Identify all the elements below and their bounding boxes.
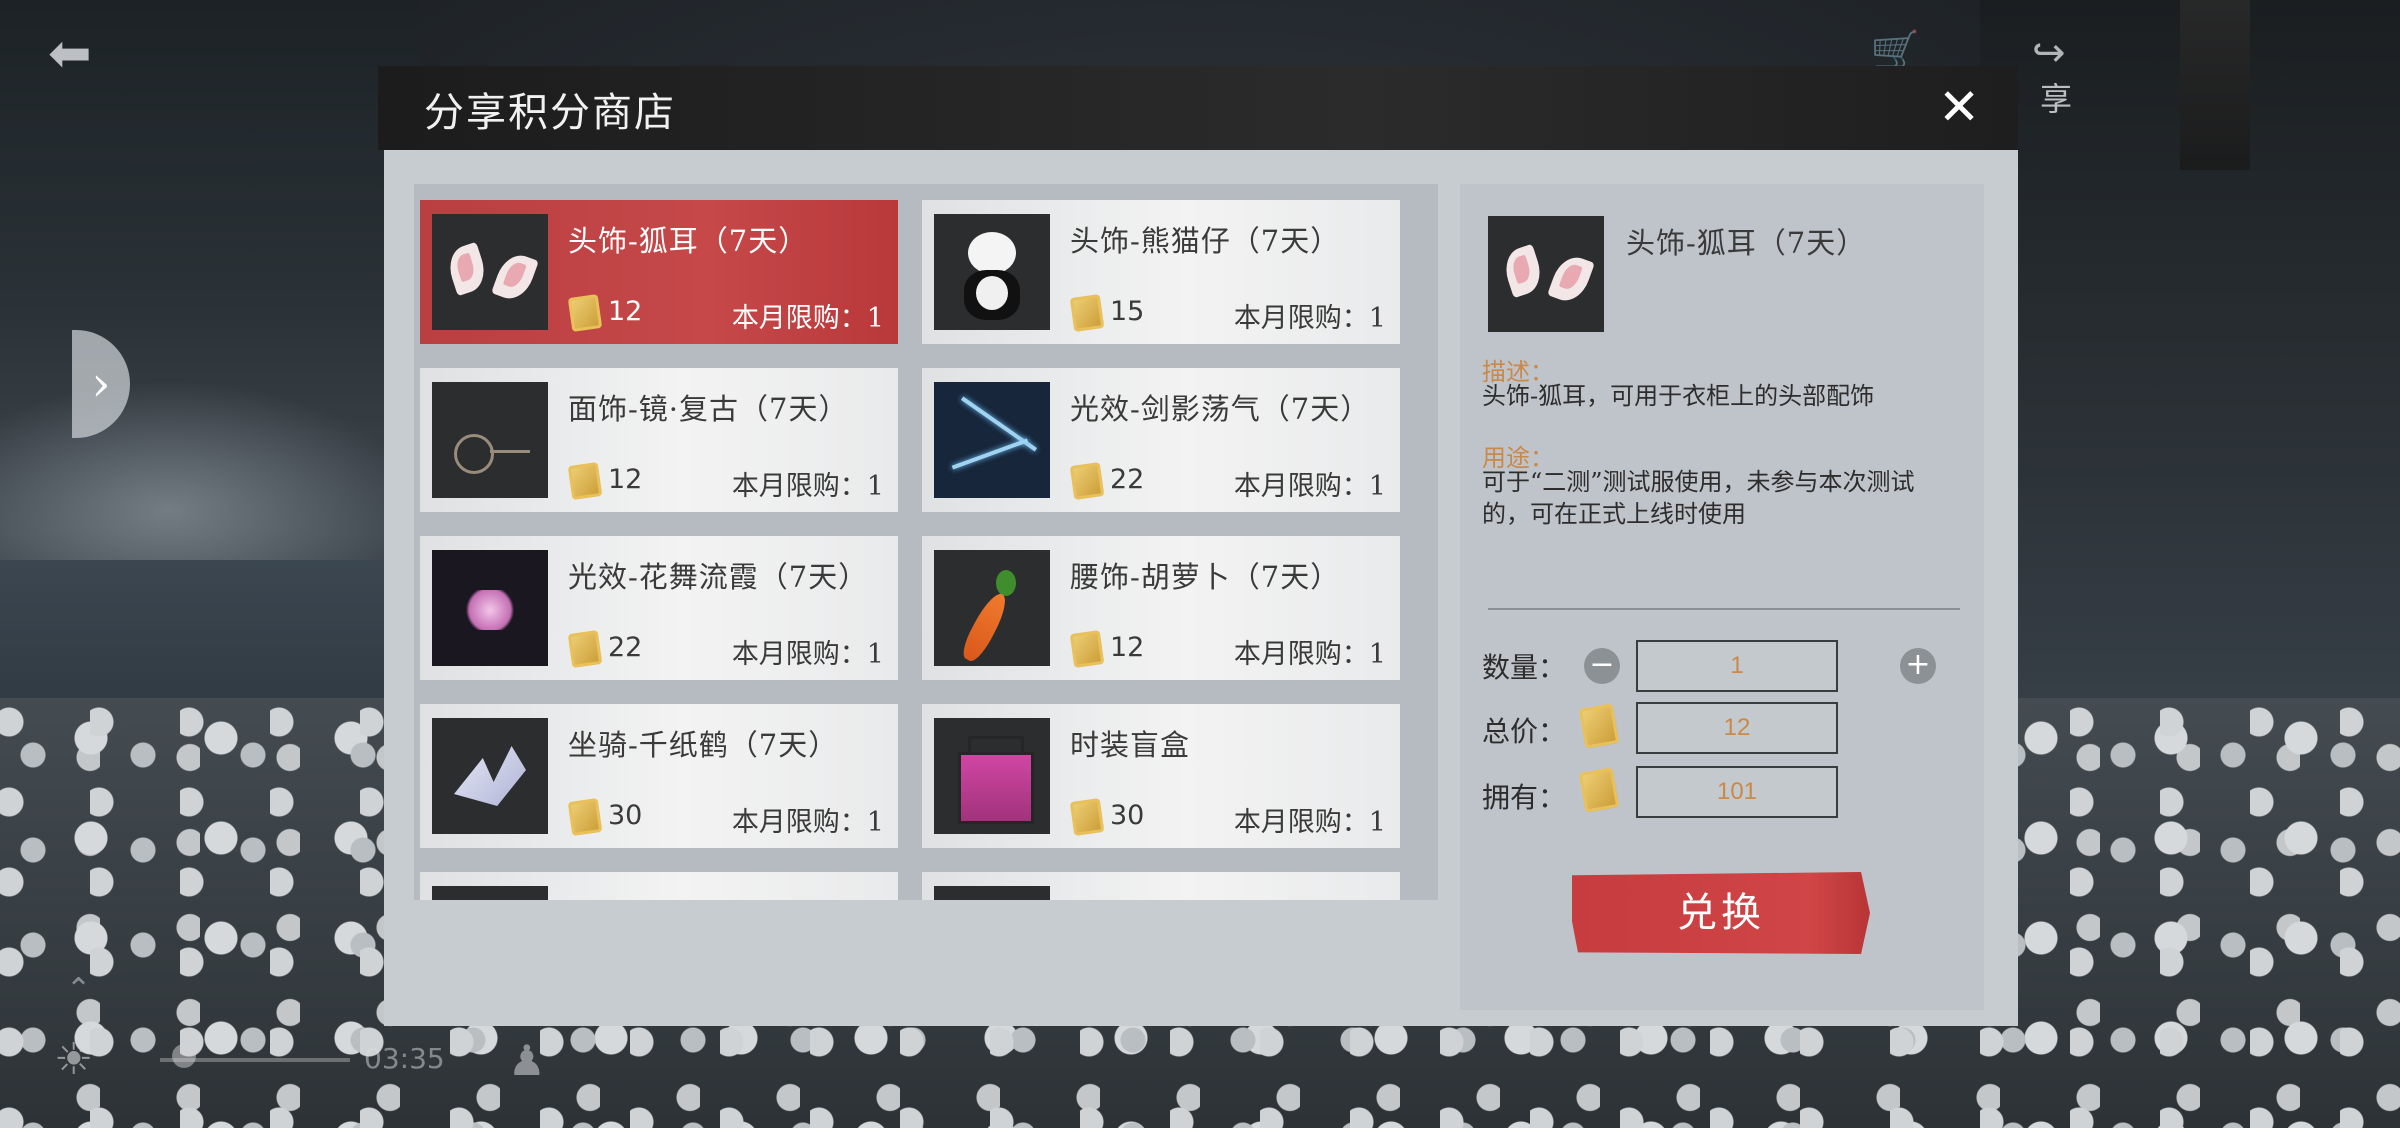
points-coin-icon: [567, 630, 603, 668]
flower-effect-icon: [432, 550, 548, 666]
points-coin-icon: [567, 462, 603, 500]
item-card[interactable]: 光效-剑影荡气（7天） 22 本月限购：1: [922, 368, 1400, 512]
item-list[interactable]: 头饰-狐耳（7天） 12 本月限购：1 头饰-熊猫仔（7天） 15 本月限购：1…: [414, 184, 1438, 900]
share-icon[interactable]: ↪: [2032, 30, 2066, 76]
item-detail-panel: 头饰-狐耳（7天） 描述： 头饰-狐耳，可用于衣柜上的头部配饰 用途： 可于“二…: [1460, 184, 1984, 1010]
item-limit: 本月限购：1: [731, 471, 884, 502]
shop-header: 分享积分商店 ✕: [378, 66, 2018, 150]
item-name: 头饰-狐耳（7天）: [568, 224, 809, 258]
divider: [1488, 608, 1960, 610]
usage-text: 可于“二测”测试服使用，未参与本次测试的，可在正式上线时使用: [1482, 468, 1915, 528]
item-price: 30: [608, 800, 643, 831]
close-icon[interactable]: ✕: [1938, 78, 1980, 136]
item-price: 12: [608, 464, 643, 495]
panda-icon: [934, 214, 1050, 330]
points-coin-icon: [567, 294, 603, 332]
item-price: 12: [608, 296, 643, 327]
points-coin-icon: [567, 798, 603, 836]
owned-label: 拥有：: [1482, 781, 1567, 814]
minus-icon[interactable]: −: [1584, 648, 1620, 684]
sword-effect-icon: [934, 382, 1050, 498]
detail-item-name: 头饰-狐耳（7天）: [1626, 226, 1867, 260]
item-card[interactable]: 坐骑-千纸鹤（7天） 30 本月限购：1: [420, 704, 898, 848]
item-price: 12: [1110, 632, 1145, 663]
carrot-icon: [934, 550, 1050, 666]
item-card-partial[interactable]: [420, 872, 898, 900]
item-name: 面饰-镜·复古（7天）: [568, 392, 849, 426]
item-price: 22: [608, 632, 643, 663]
item-name: 光效-花舞流霞（7天）: [568, 560, 869, 594]
points-coin-icon: [1578, 703, 1620, 749]
item-card[interactable]: 面饰-镜·复古（7天） 12 本月限购：1: [420, 368, 898, 512]
time-label: 03:35: [364, 1042, 445, 1075]
item-limit: 本月限购：1: [731, 303, 884, 334]
blind-box-icon: [934, 718, 1050, 834]
points-coin-icon: [1069, 798, 1105, 836]
points-coin-icon: [1069, 294, 1105, 332]
shop-body: 头饰-狐耳（7天） 12 本月限购：1 头饰-熊猫仔（7天） 15 本月限购：1…: [384, 150, 2018, 1026]
total-label: 总价：: [1482, 715, 1567, 748]
item-name: 光效-剑影荡气（7天）: [1070, 392, 1371, 426]
item-limit: 本月限购：1: [1233, 639, 1386, 670]
item-name: 腰饰-胡萝卜（7天）: [1070, 560, 1341, 594]
paper-crane-icon: [432, 718, 548, 834]
owned-field: 101: [1636, 766, 1838, 818]
item-price: 15: [1110, 296, 1145, 327]
plus-icon[interactable]: +: [1900, 648, 1936, 684]
exchange-button[interactable]: 兑换: [1572, 872, 1870, 954]
quantity-label: 数量：: [1482, 651, 1567, 684]
fox-ears-icon: [432, 214, 548, 330]
item-card[interactable]: 腰饰-胡萝卜（7天） 12 本月限购：1: [922, 536, 1400, 680]
points-coin-icon: [1069, 462, 1105, 500]
fox-ears-icon: [1488, 216, 1604, 332]
points-coin-icon: [1069, 630, 1105, 668]
monocle-icon: [432, 382, 548, 498]
item-card[interactable]: 光效-花舞流霞（7天） 22 本月限购：1: [420, 536, 898, 680]
shop-title: 分享积分商店: [424, 90, 676, 136]
item-name: 时装盲盒: [1070, 728, 1191, 762]
item-thumb: [934, 886, 1050, 900]
quantity-field[interactable]: 1: [1636, 640, 1838, 692]
item-limit: 本月限购：1: [731, 807, 884, 838]
item-thumb: [432, 886, 548, 900]
item-card[interactable]: 头饰-熊猫仔（7天） 15 本月限购：1: [922, 200, 1400, 344]
item-limit: 本月限购：1: [731, 639, 884, 670]
item-price: 30: [1110, 800, 1145, 831]
item-card[interactable]: 时装盲盒 30 本月限购：1: [922, 704, 1400, 848]
total-field: 12: [1636, 702, 1838, 754]
share-label[interactable]: 享: [2040, 74, 2072, 120]
time-slider-knob[interactable]: [172, 1044, 196, 1068]
chevron-up-icon[interactable]: ⌃: [66, 972, 91, 1007]
item-card[interactable]: 头饰-狐耳（7天） 12 本月限购：1: [420, 200, 898, 344]
item-price: 22: [1110, 464, 1145, 495]
description-text: 头饰-狐耳，可用于衣柜上的头部配饰: [1482, 382, 1875, 410]
back-arrow-icon[interactable]: ⬅: [48, 26, 118, 82]
item-name: 头饰-熊猫仔（7天）: [1070, 224, 1341, 258]
item-card-partial[interactable]: [922, 872, 1400, 900]
character-icon[interactable]: ♟: [508, 1036, 546, 1085]
points-coin-icon: [1578, 767, 1620, 813]
item-limit: 本月限购：1: [1233, 807, 1386, 838]
item-limit: 本月限购：1: [1233, 471, 1386, 502]
wind-chime: [2180, 0, 2250, 170]
item-limit: 本月限购：1: [1233, 303, 1386, 334]
weather-icon[interactable]: ☀: [54, 1034, 93, 1085]
item-name: 坐骑-千纸鹤（7天）: [568, 728, 839, 762]
